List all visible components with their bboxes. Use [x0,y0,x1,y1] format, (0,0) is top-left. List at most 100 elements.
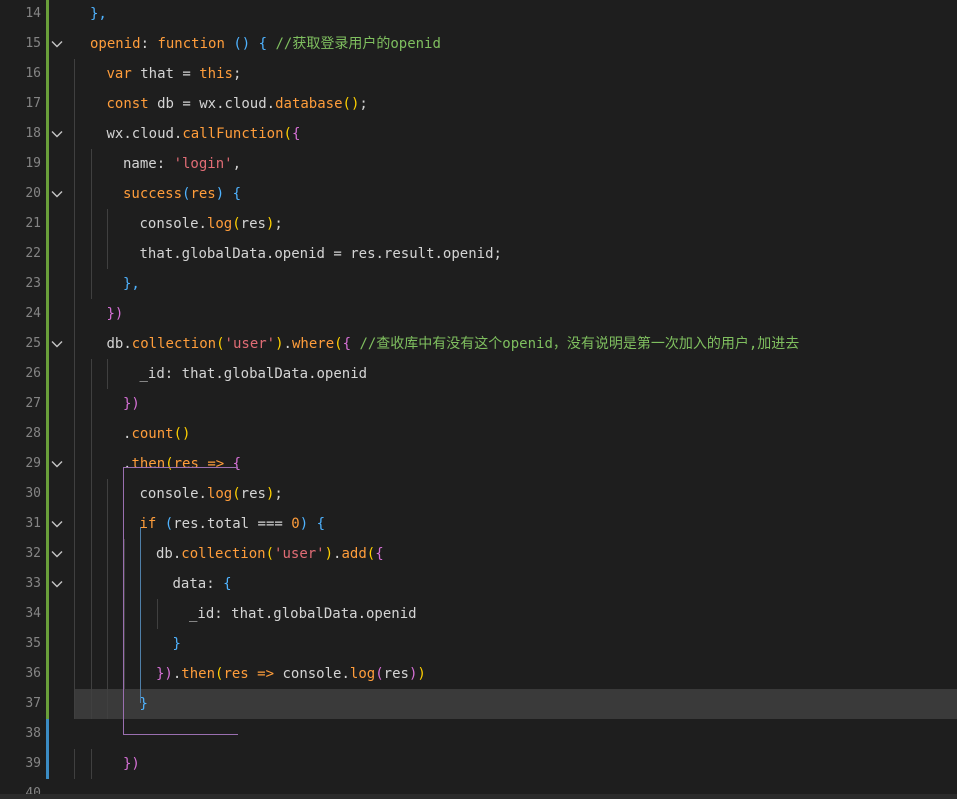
code-text[interactable]: db.collection('user').where({ //查收库中有没有这… [107,329,800,359]
line-number[interactable]: 37 [0,689,41,719]
line-number[interactable]: 16 [0,59,41,89]
code-text[interactable]: }, [90,0,107,29]
added-line-marker[interactable] [46,749,49,779]
modified-line-marker[interactable] [46,449,49,479]
modified-line-marker[interactable] [46,239,49,269]
modified-line-marker[interactable] [46,269,49,299]
code-line[interactable]: 25 db.collection('user').where({ //查收库中有没… [0,329,957,359]
code-token: console. [139,216,207,232]
code-text[interactable]: _id: that.globalData.openid [140,359,368,389]
modified-line-marker[interactable] [46,629,49,659]
line-number[interactable]: 38 [0,719,41,749]
modified-line-marker[interactable] [46,0,49,29]
code-text[interactable]: }) [123,749,140,779]
modified-line-marker[interactable] [46,419,49,449]
code-line[interactable]: 26 _id: that.globalData.openid [0,359,957,389]
modified-line-marker[interactable] [46,119,49,149]
modified-line-marker[interactable] [46,209,49,239]
code-text[interactable]: }) [123,389,140,419]
line-number[interactable]: 21 [0,209,41,239]
line-number[interactable]: 19 [0,149,41,179]
modified-line-marker[interactable] [46,149,49,179]
line-number[interactable]: 35 [0,629,41,659]
modified-line-marker[interactable] [46,59,49,89]
modified-line-marker[interactable] [46,179,49,209]
code-text[interactable]: name: 'login', [123,149,241,179]
fold-chevron-icon[interactable] [50,127,64,141]
modified-line-marker[interactable] [46,359,49,389]
fold-chevron-icon[interactable] [50,547,64,561]
line-number[interactable]: 17 [0,89,41,119]
modified-line-marker[interactable] [46,29,49,59]
line-number[interactable]: 31 [0,509,41,539]
line-number[interactable]: 27 [0,389,41,419]
line-number[interactable]: 33 [0,569,41,599]
code-token: ( [216,336,225,352]
code-text[interactable]: that.globalData.openid = res.result.open… [140,239,502,269]
fold-chevron-icon[interactable] [50,37,64,51]
code-line[interactable]: 16 var that = this; [0,59,957,89]
code-text[interactable]: success(res) { [123,179,241,209]
fold-chevron-icon[interactable] [50,457,64,471]
code-line[interactable]: 24}) [0,299,957,329]
line-number[interactable]: 26 [0,359,41,389]
code-text[interactable]: const db = wx.cloud.database(); [107,89,368,119]
code-text[interactable]: .count() [123,419,190,449]
fold-chevron-icon[interactable] [50,187,64,201]
line-number[interactable]: 22 [0,239,41,269]
code-token: db = wx.cloud. [148,96,276,112]
code-line[interactable]: 20 success(res) { [0,179,957,209]
code-line[interactable]: 22 that.globalData.openid = res.result.op… [0,239,957,269]
code-line[interactable]: 39}) [0,749,957,779]
horizontal-scrollbar[interactable] [0,794,957,799]
code-line[interactable]: 15 openid: function () { //获取登录用户的openid [0,29,957,59]
modified-line-marker[interactable] [46,89,49,119]
code-line[interactable]: 28 .count() [0,419,957,449]
line-number[interactable]: 18 [0,119,41,149]
code-line[interactable]: 23}, [0,269,957,299]
indent-guide [107,689,108,719]
code-text[interactable]: var that = this; [107,59,242,89]
code-token: log [349,666,376,682]
code-editor[interactable]: 14}, 15 openid: function () { //获取登录用户的ope… [0,0,957,799]
code-text[interactable]: openid: function () { //获取登录用户的openid [90,29,441,59]
line-number[interactable]: 29 [0,449,41,479]
modified-line-marker[interactable] [46,539,49,569]
modified-line-marker[interactable] [46,479,49,509]
fold-chevron-icon[interactable] [50,577,64,591]
line-number[interactable]: 24 [0,299,41,329]
modified-line-marker[interactable] [46,299,49,329]
modified-line-marker[interactable] [46,509,49,539]
code-line[interactable]: 14}, [0,0,957,29]
modified-line-marker[interactable] [46,569,49,599]
modified-line-marker[interactable] [46,599,49,629]
line-number[interactable]: 30 [0,479,41,509]
modified-line-marker[interactable] [46,689,49,719]
line-number[interactable]: 32 [0,539,41,569]
line-number[interactable]: 14 [0,0,41,29]
code-text[interactable]: }, [123,269,140,299]
code-text[interactable]: wx.cloud.callFunction({ [107,119,301,149]
modified-line-marker[interactable] [46,329,49,359]
code-line[interactable]: 27}) [0,389,957,419]
code-line[interactable]: 18 wx.cloud.callFunction({ [0,119,957,149]
line-number[interactable]: 28 [0,419,41,449]
line-number[interactable]: 23 [0,269,41,299]
line-number[interactable]: 20 [0,179,41,209]
code-line[interactable]: 19 name: 'login', [0,149,957,179]
code-text[interactable]: }) [107,299,124,329]
modified-line-marker[interactable] [46,659,49,689]
code-line[interactable]: 17 const db = wx.cloud.database(); [0,89,957,119]
line-number[interactable]: 39 [0,749,41,779]
modified-line-marker[interactable] [46,389,49,419]
code-text[interactable]: console.log(res); [140,209,283,239]
fold-chevron-icon[interactable] [50,337,64,351]
line-number[interactable]: 15 [0,29,41,59]
fold-chevron-icon[interactable] [50,517,64,531]
added-line-marker[interactable] [46,719,49,749]
code-line[interactable]: 21 console.log(res); [0,209,957,239]
line-number[interactable]: 34 [0,599,41,629]
line-number[interactable]: 36 [0,659,41,689]
line-number[interactable]: 25 [0,329,41,359]
indent-guide [90,629,92,659]
